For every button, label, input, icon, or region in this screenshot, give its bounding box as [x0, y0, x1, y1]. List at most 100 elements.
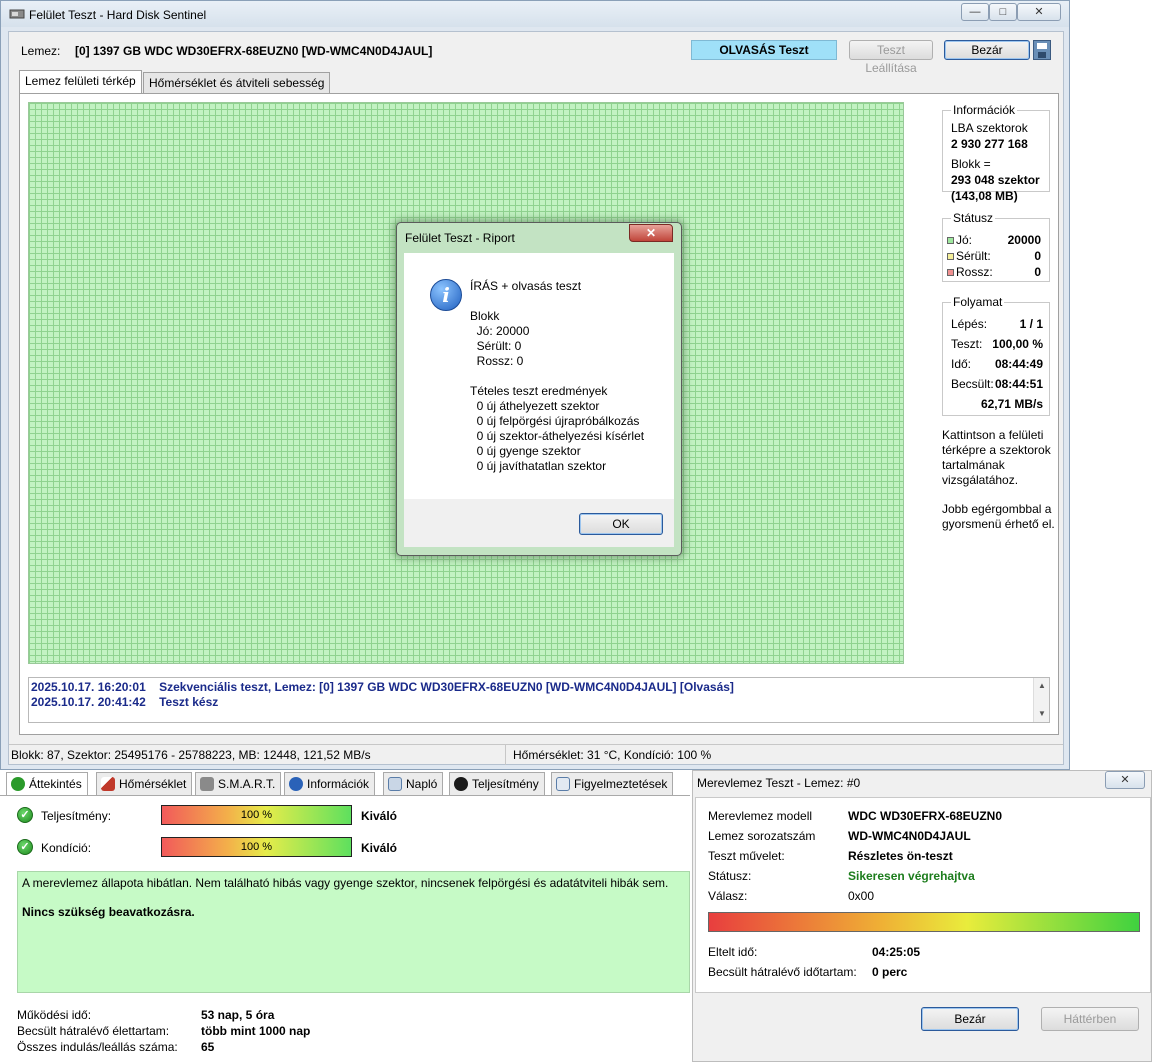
log-icon [388, 777, 402, 791]
remaining-label: Becsült hátralévő időtartam: [708, 965, 857, 979]
close-window-button[interactable]: ✕ [1017, 3, 1061, 21]
scroll-up-icon[interactable]: ▲ [1038, 681, 1046, 690]
close-button[interactable]: Bezár [944, 40, 1030, 60]
test-details: Merevlemez modell WDC WD30EFRX-68EUZN0 L… [695, 797, 1151, 993]
lifetime-label: Becsült hátralévő élettartam: [17, 1024, 170, 1038]
status-heading: Státusz [951, 211, 996, 225]
gauge-icon [454, 777, 468, 791]
good-value: 20000 [1007, 233, 1041, 247]
stop-test-button[interactable]: Teszt Leállítása [849, 40, 933, 75]
estimated-value: 08:44:51 [994, 377, 1043, 391]
log-time: 2025.10.17. 16:20:01 [31, 680, 146, 694]
info-heading: Információk [951, 103, 1018, 117]
info-icon [289, 777, 303, 791]
elapsed-label: Eltelt idő: [708, 945, 758, 959]
log-time: 2025.10.17. 20:41:42 [31, 695, 146, 709]
dialog-close-button[interactable]: ✕ [629, 224, 673, 242]
starts-label: Összes indulás/leállás száma: [17, 1040, 178, 1054]
log-line: 2025.10.17. 16:20:01 Szekvenciális teszt… [31, 680, 734, 694]
uptime-value: 53 nap, 5 óra [201, 1008, 275, 1022]
event-log[interactable]: 2025.10.17. 16:20:01 Szekvenciális teszt… [28, 677, 1050, 723]
operation-value: Részletes ön-teszt [848, 849, 953, 863]
lba-label: LBA szektorok [951, 121, 1028, 135]
context-menu-hint: Jobb egérgombbal a gyorsmenü érhető el. [942, 502, 1055, 531]
test-window-title: Merevlemez Teszt - Lemez: #0 [697, 776, 861, 790]
block-size: (143,08 MB) [951, 189, 1018, 203]
log-scrollbar[interactable]: ▲ ▼ [1033, 678, 1049, 722]
background-button[interactable]: Háttérben [1041, 1007, 1139, 1031]
step-value: 1 / 1 [1019, 317, 1043, 331]
lba-value: 2 930 277 168 [951, 137, 1028, 151]
speed-value: 62,71 MB/s [980, 397, 1043, 411]
block-value: 293 048 szektor [951, 173, 1040, 187]
remaining-value: 0 perc [872, 965, 908, 979]
statusbar-block-info: Blokk: 87, Szektor: 25495176 - 25788223,… [11, 748, 371, 762]
thermometer-icon [101, 777, 115, 791]
smart-icon [200, 777, 214, 791]
dialog-title: Felület Teszt - Riport [405, 231, 515, 245]
lifetime-value: több mint 1000 nap [201, 1024, 311, 1038]
damaged-row: Sérült: [947, 249, 991, 263]
status-bar: Blokk: 87, Szektor: 25495176 - 25788223,… [9, 744, 1063, 765]
minimize-button[interactable]: — [961, 3, 989, 21]
model-value: WDC WD30EFRX-68EUZN0 [848, 809, 1003, 823]
test-close-button[interactable]: Bezár [921, 1007, 1019, 1031]
step-label: Lépés: [951, 317, 988, 331]
test-value: 100,00 % [992, 337, 1043, 351]
scroll-down-icon[interactable]: ▼ [1038, 709, 1046, 718]
test-status-badge: OLVASÁS Teszt [691, 40, 837, 60]
dialog-footer: OK [404, 499, 674, 547]
overview-panel: Áttekintés Hőmérséklet S.M.A.R.T. Inform… [0, 772, 690, 1062]
tab-temperature[interactable]: Hőmérséklet [96, 772, 193, 796]
reply-label: Válasz: [708, 889, 748, 903]
damaged-swatch [947, 253, 954, 261]
good-label: Jó: [956, 233, 973, 247]
performance-label: Teljesítmény: [41, 809, 112, 823]
action-text: Nincs szükség beavatkozásra. [22, 905, 195, 919]
disk-name: [0] 1397 GB WDC WD30EFRX-68EUZN0 [WD-WMC… [75, 44, 433, 58]
tab-surface-map[interactable]: Lemez felületi térkép [19, 70, 142, 94]
log-text: Szekvenciális teszt, Lemez: [0] 1397 GB … [159, 680, 734, 694]
tab-performance[interactable]: Teljesítmény [449, 772, 545, 796]
bad-label: Rossz: [956, 265, 993, 279]
health-summary: A merevlemez állapota hibátlan. Nem talá… [17, 871, 690, 993]
damaged-value: 0 [1034, 249, 1041, 263]
ok-button[interactable]: OK [579, 513, 663, 535]
bad-row: Rossz: [947, 265, 993, 279]
elapsed-value: 04:25:05 [872, 945, 921, 959]
good-row: Jó: [947, 233, 972, 247]
progress-box: Folyamat Lépés: 1 / 1 Teszt: 100,00 % Id… [942, 295, 1050, 416]
test-status-value: Sikeresen végrehajtva [848, 869, 975, 883]
tab-information[interactable]: Információk [284, 772, 376, 796]
disk-label: Lemez: [21, 44, 61, 58]
save-icon[interactable] [1033, 40, 1051, 60]
tab-log[interactable]: Napló [383, 772, 444, 796]
condition-value: 100 % [240, 841, 273, 853]
damaged-label: Sérült: [956, 249, 991, 263]
tab-alerts[interactable]: Figyelmeztetések [551, 772, 674, 796]
test-label: Teszt: [951, 337, 983, 351]
log-text: Teszt kész [159, 695, 219, 709]
performance-rating: Kiváló [361, 809, 398, 823]
dialog-body: i ÍRÁS + olvasás teszt Blokk Jó: 20000 S… [404, 253, 674, 499]
test-status-label: Státusz: [708, 869, 752, 883]
app-icon [9, 9, 25, 19]
condition-bar: 100 % [161, 837, 352, 857]
tab-divider [0, 795, 690, 796]
uptime-label: Működési idő: [17, 1008, 92, 1022]
tab-temperature-speed[interactable]: Hőmérséklet és átviteli sebesség [143, 72, 331, 94]
performance-value: 100 % [240, 809, 273, 821]
title-bar[interactable]: Felület Teszt - Hard Disk Sentinel — □ ✕ [1, 1, 1069, 27]
block-label: Blokk = [951, 157, 991, 171]
tab-overview[interactable]: Áttekintés [6, 772, 88, 796]
maximize-button[interactable]: □ [989, 3, 1017, 21]
reply-value: 0x00 [848, 889, 875, 903]
test-window-close-button[interactable]: ✕ [1105, 771, 1145, 789]
log-line: 2025.10.17. 20:41:42 Teszt kész [31, 695, 218, 709]
time-value: 08:44:49 [994, 357, 1043, 371]
condition-rating: Kiváló [361, 841, 398, 855]
tab-smart[interactable]: S.M.A.R.T. [195, 772, 282, 796]
condition-label: Kondíció: [41, 841, 92, 855]
disk-test-window: Merevlemez Teszt - Lemez: #0 ✕ Merevleme… [692, 770, 1152, 1062]
progress-heading: Folyamat [951, 295, 1005, 309]
